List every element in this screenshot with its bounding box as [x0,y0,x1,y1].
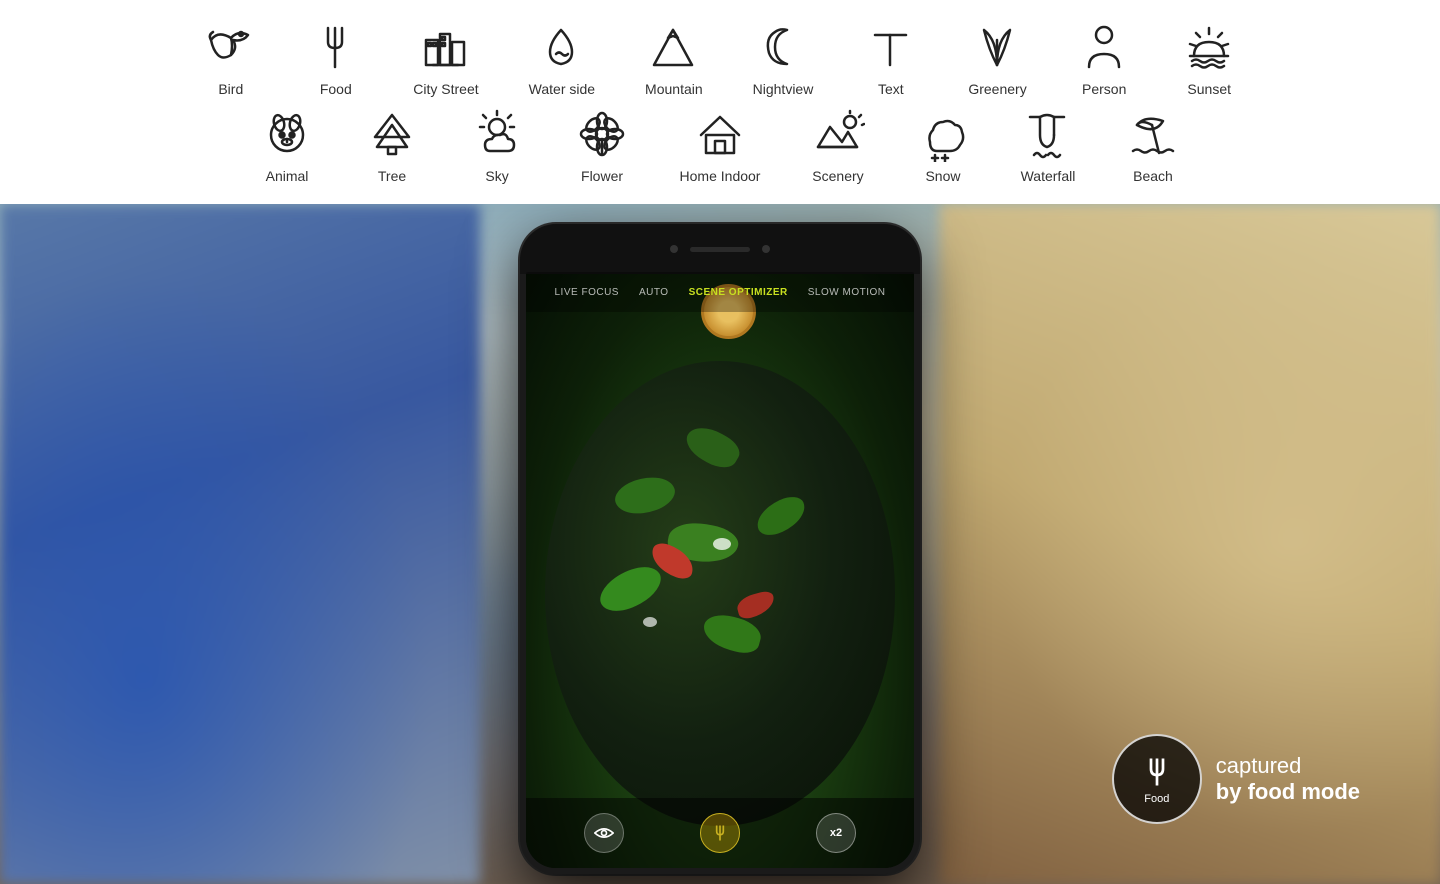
phone-screen: LIVE FOCUS AUTO SCENE OPTIMIZER SLOW MOT… [526,272,914,868]
icon-bird: Bird [203,20,258,97]
sunset-label: Sunset [1187,81,1231,97]
front-sensor [762,245,770,253]
snow-label: Snow [925,168,960,184]
scene-section: LIVE FOCUS AUTO SCENE OPTIMIZER SLOW MOT… [0,204,1440,884]
flower-label: Flower [581,168,623,184]
waterfall-label: Waterfall [1021,168,1076,184]
icon-person: Person [1077,20,1132,97]
food-badge-icon-circle: Food [1112,734,1202,824]
icon-nightview: Nightview [753,20,814,97]
icon-scenery: Scenery [810,107,865,184]
greenery-label: Greenery [968,81,1026,97]
icon-greenery: Greenery [968,20,1026,97]
beach-label: Beach [1133,168,1173,184]
icons-row-2: Animal Tree Sky [260,107,1181,184]
captured-text: captured [1216,753,1360,779]
food-badge-caption: captured by food mode [1216,753,1360,806]
icon-home-indoor: Home Indoor [680,107,761,184]
home-indoor-label: Home Indoor [680,168,761,184]
icon-waterfall: Waterfall [1020,107,1075,184]
zoom-x2[interactable]: x2 [816,813,856,853]
camera-controls: x2 [526,798,914,868]
icon-tree: Tree [365,107,420,184]
phone-device: LIVE FOCUS AUTO SCENE OPTIMIZER SLOW MOT… [520,224,920,874]
bird-label: Bird [218,81,243,97]
mode-live-focus[interactable]: LIVE FOCUS [555,287,619,298]
text-label: Text [878,81,904,97]
phone-outer-frame: LIVE FOCUS AUTO SCENE OPTIMIZER SLOW MOT… [520,224,920,874]
water-side-label: Water side [529,81,595,97]
icon-snow: Snow [915,107,970,184]
icon-sky: Sky [470,107,525,184]
food-preview [526,272,914,868]
icon-sunset: Sunset [1182,20,1237,97]
icon-beach: Beach [1125,107,1180,184]
animal-label: Animal [266,168,309,184]
icon-mountain: Mountain [645,20,703,97]
tree-label: Tree [378,168,406,184]
food-mode-button[interactable] [700,813,740,853]
icon-food: Food [308,20,363,97]
city-street-label: City Street [413,81,478,97]
scene-left-blur [0,204,480,884]
icon-city-street: City Street [413,20,478,97]
food-mode-caption: by food mode [1216,779,1360,805]
food-mode-badge: Food captured by food mode [1112,734,1360,824]
camera-mode-bar: LIVE FOCUS AUTO SCENE OPTIMIZER SLOW MOT… [526,272,914,312]
icons-row-1: Bird Food City Street [203,20,1236,97]
food-badge-label: Food [1144,793,1169,805]
icon-animal: Animal [260,107,315,184]
mode-scene-optimizer[interactable]: SCENE OPTIMIZER [689,287,788,298]
nightview-label: Nightview [753,81,814,97]
phone-top-bar [520,224,920,274]
front-camera [670,245,678,253]
phone-speaker [690,247,750,252]
scene-optimizer-icons: Bird Food City Street [0,0,1440,204]
icon-water-side: Water side [529,20,595,97]
food-label: Food [320,81,352,97]
icon-flower: Flower [575,107,630,184]
person-label: Person [1082,81,1126,97]
sky-label: Sky [485,168,508,184]
eye-button[interactable] [584,813,624,853]
mode-slow-motion[interactable]: SLOW MOTION [808,287,886,298]
icon-text: Text [863,20,918,97]
mountain-label: Mountain [645,81,703,97]
scenery-label: Scenery [812,168,863,184]
mode-auto[interactable]: AUTO [639,287,669,298]
